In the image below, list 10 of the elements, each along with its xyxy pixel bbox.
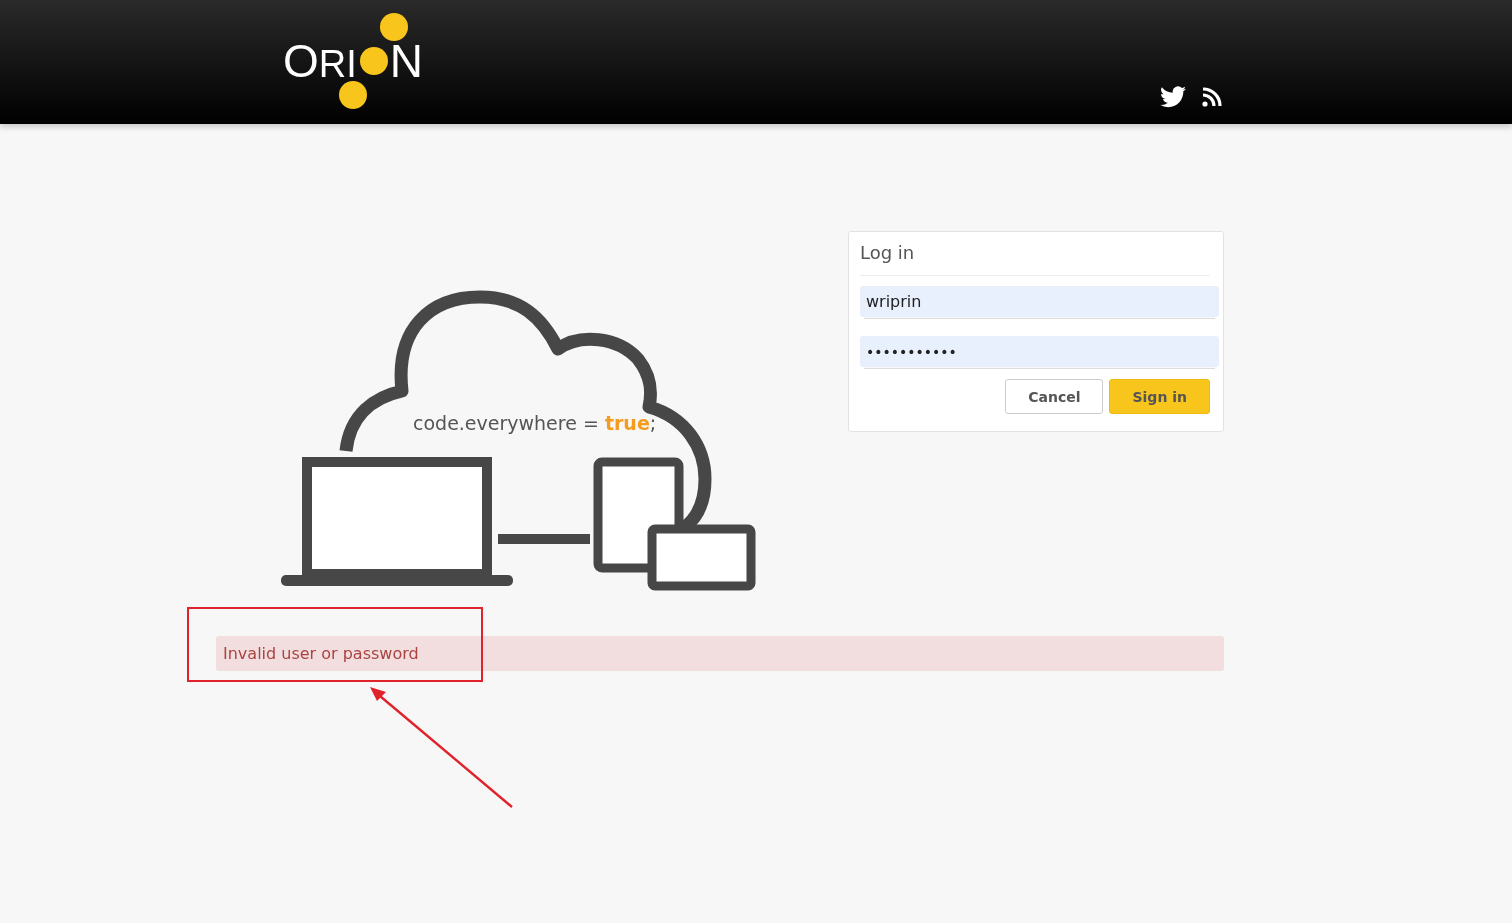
password-field[interactable]: ••••••••••• [860,336,1219,367]
logo: ORI N [283,12,423,110]
rss-icon[interactable] [1202,87,1222,107]
sign-in-button[interactable]: Sign in [1109,379,1210,414]
cancel-button[interactable]: Cancel [1005,379,1104,414]
login-title: Log in [860,242,1210,276]
bird-icon[interactable] [1160,86,1186,108]
username-field[interactable]: wriprin [860,286,1219,317]
error-message: Invalid user or password [223,644,419,663]
code-slogan: code.everywhere = true; [413,412,657,434]
